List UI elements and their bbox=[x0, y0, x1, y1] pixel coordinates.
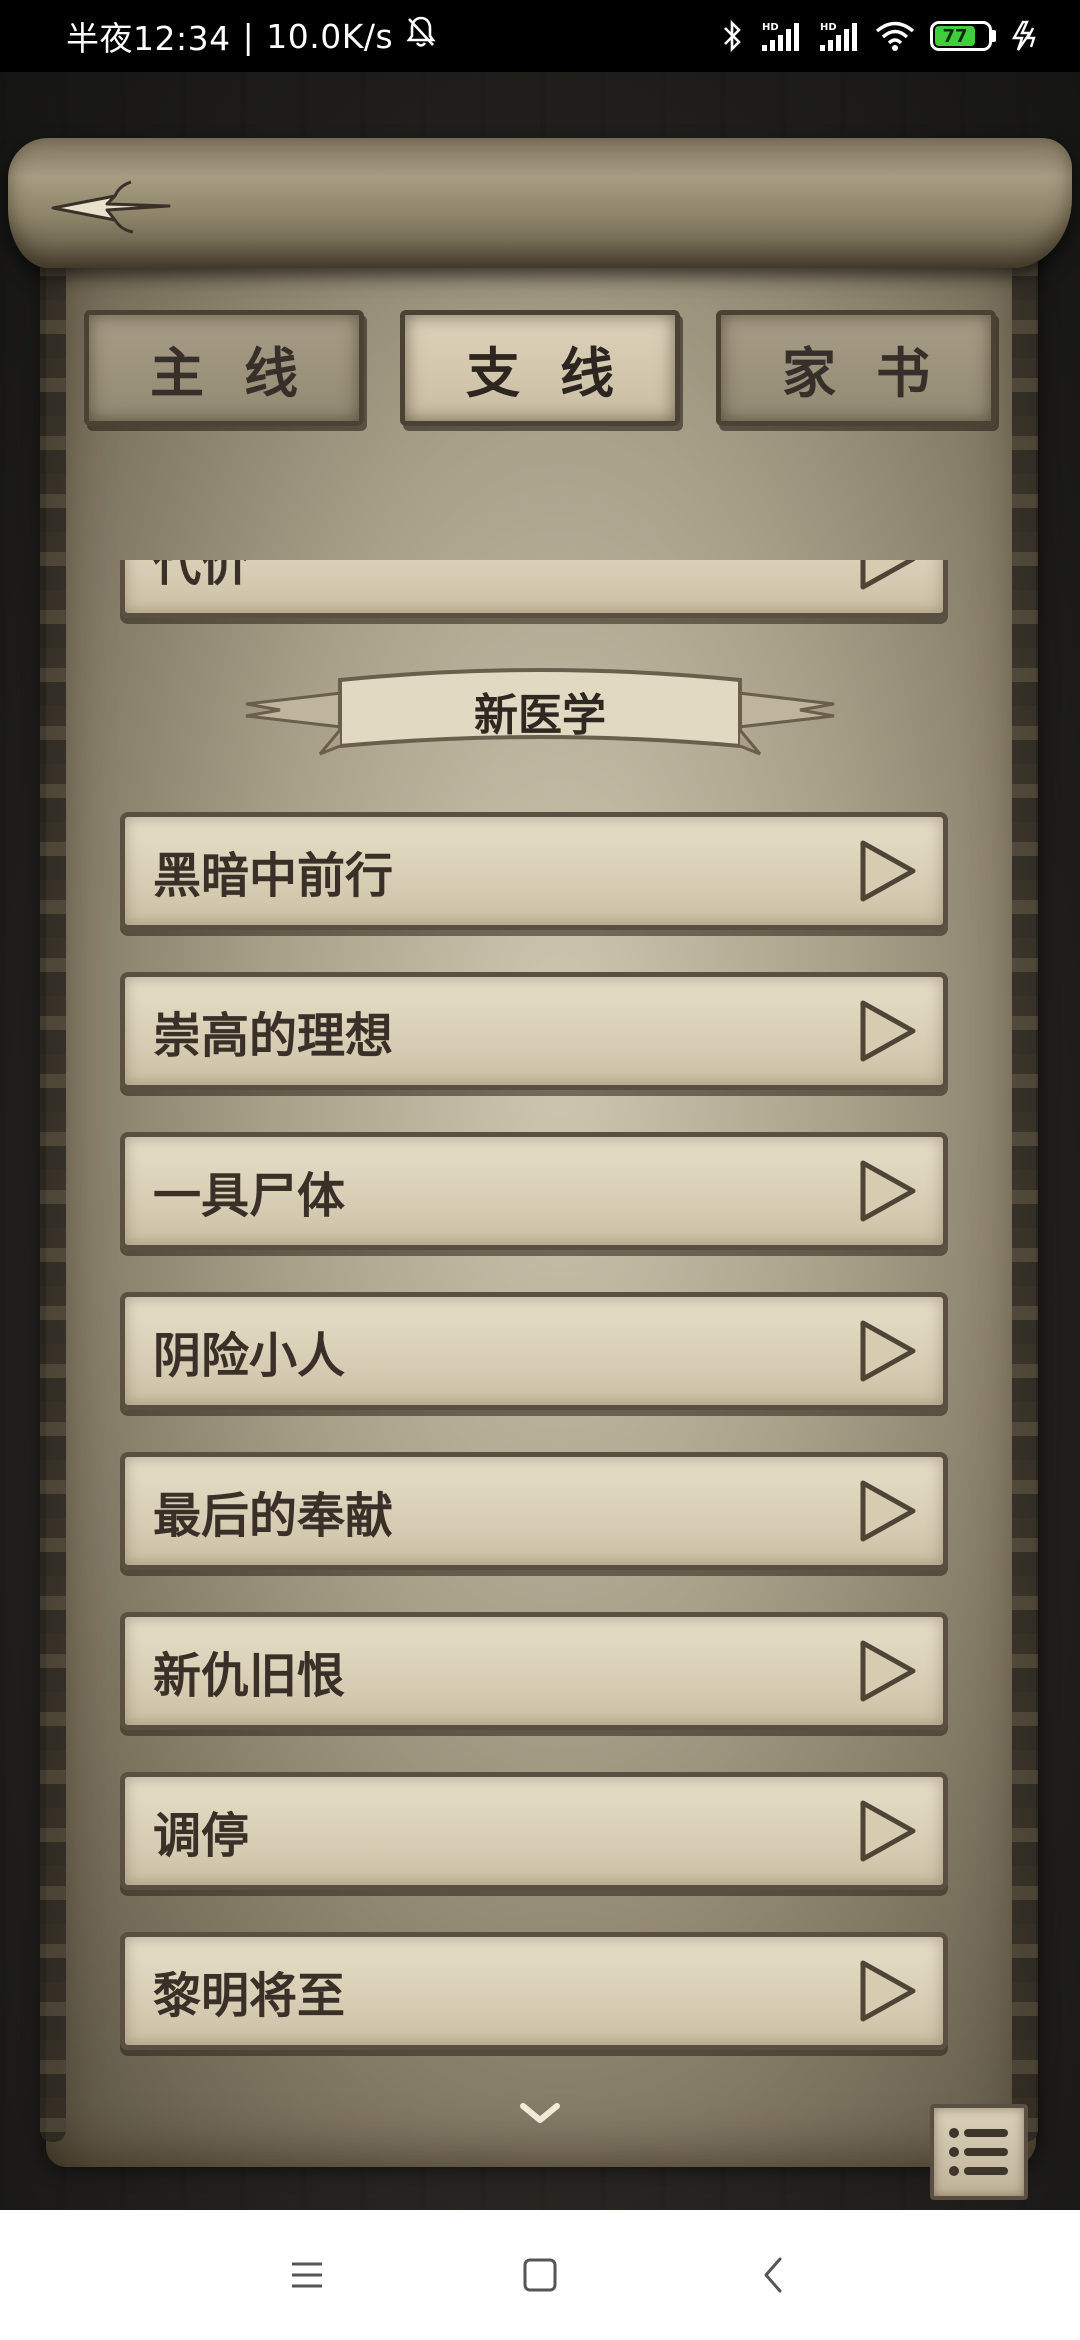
quest-item[interactable]: 新仇旧恨 bbox=[120, 1612, 948, 1730]
play-icon bbox=[860, 1800, 916, 1862]
charging-icon bbox=[1010, 19, 1040, 53]
tab-letters[interactable]: 家书 bbox=[716, 310, 996, 426]
quest-label: 一具尸体 bbox=[153, 1168, 346, 1224]
quest-label: 代价 bbox=[153, 560, 250, 592]
quest-item[interactable]: 崇高的理想 bbox=[120, 972, 948, 1090]
signal-hd-icon: HD bbox=[758, 19, 802, 53]
status-right: HD HD 77 bbox=[722, 19, 1040, 53]
battery-icon: 77 bbox=[930, 21, 996, 51]
nav-back-button[interactable] bbox=[733, 2235, 813, 2315]
play-icon bbox=[860, 1640, 916, 1702]
quest-label: 黎明将至 bbox=[153, 1968, 346, 2024]
list-menu-icon bbox=[949, 2128, 1008, 2176]
play-icon bbox=[860, 1000, 916, 1062]
quest-label: 新仇旧恨 bbox=[153, 1648, 346, 1704]
tab-bar: 主线 支线 家书 bbox=[84, 310, 996, 430]
nav-home-button[interactable] bbox=[500, 2235, 580, 2315]
arrow-back-icon bbox=[51, 180, 171, 234]
section-title: 新医学 bbox=[474, 690, 606, 741]
status-left: 半夜12:34 | 10.0K/s bbox=[66, 12, 437, 60]
home-square-icon bbox=[523, 2258, 557, 2292]
play-icon bbox=[860, 1160, 916, 1222]
back-chevron-icon bbox=[764, 2257, 782, 2293]
play-icon bbox=[860, 1320, 916, 1382]
game-area: 主线 支线 家书 代价 新医学 黑暗中前行 崇高的理想 一具尸体 阴险小人 最后… bbox=[0, 72, 1080, 2210]
quest-list[interactable]: 代价 新医学 黑暗中前行 崇高的理想 一具尸体 阴险小人 最后的奉献 新仇旧恨 … bbox=[100, 560, 980, 2080]
play-icon bbox=[860, 1480, 916, 1542]
scroll-down-button[interactable] bbox=[510, 2094, 570, 2134]
back-button[interactable] bbox=[40, 162, 180, 252]
nav-menu-button[interactable] bbox=[267, 2235, 347, 2315]
svg-text:HD: HD bbox=[820, 22, 837, 33]
list-menu-button[interactable] bbox=[930, 2104, 1028, 2200]
wifi-icon bbox=[874, 19, 916, 53]
play-icon bbox=[860, 840, 916, 902]
quest-label: 调停 bbox=[153, 1808, 250, 1864]
status-bar: 半夜12:34 | 10.0K/s HD HD 77 bbox=[0, 0, 1080, 72]
parchment-edge-right bbox=[1012, 242, 1038, 2142]
quest-label: 最后的奉献 bbox=[153, 1488, 394, 1544]
quest-label: 黑暗中前行 bbox=[153, 848, 394, 904]
mute-bell-icon bbox=[405, 15, 437, 57]
quest-label: 崇高的理想 bbox=[153, 1008, 394, 1064]
quest-item[interactable]: 黎明将至 bbox=[120, 1932, 948, 2050]
tab-side-quest[interactable]: 支线 bbox=[400, 310, 680, 426]
status-time: 半夜12:34 bbox=[66, 19, 231, 58]
quest-item[interactable]: 一具尸体 bbox=[120, 1132, 948, 1250]
menu-lines-icon bbox=[291, 2262, 322, 2288]
quest-item[interactable]: 黑暗中前行 bbox=[120, 812, 948, 930]
play-icon bbox=[860, 1960, 916, 2022]
section-banner: 新医学 bbox=[240, 654, 840, 774]
quest-label: 阴险小人 bbox=[153, 1328, 346, 1384]
battery-cap bbox=[992, 30, 996, 42]
signal-hd-icon-2: HD bbox=[816, 19, 860, 53]
parchment-edge-left bbox=[40, 242, 66, 2142]
svg-text:HD: HD bbox=[762, 22, 779, 33]
play-icon bbox=[860, 560, 916, 590]
chevron-down-icon bbox=[520, 2103, 560, 2123]
tab-main-quest[interactable]: 主线 bbox=[84, 310, 364, 426]
status-net-speed: 10.0K/s bbox=[266, 16, 394, 56]
quest-item-partial[interactable]: 代价 bbox=[120, 560, 948, 618]
status-separator: | bbox=[242, 16, 255, 56]
quest-item[interactable]: 阴险小人 bbox=[120, 1292, 948, 1410]
battery-level: 77 bbox=[935, 26, 976, 47]
quest-item[interactable]: 调停 bbox=[120, 1772, 948, 1890]
battery-body: 77 bbox=[930, 21, 992, 51]
quest-item[interactable]: 最后的奉献 bbox=[120, 1452, 948, 1570]
bluetooth-icon bbox=[722, 19, 744, 53]
system-nav-bar bbox=[0, 2210, 1080, 2340]
